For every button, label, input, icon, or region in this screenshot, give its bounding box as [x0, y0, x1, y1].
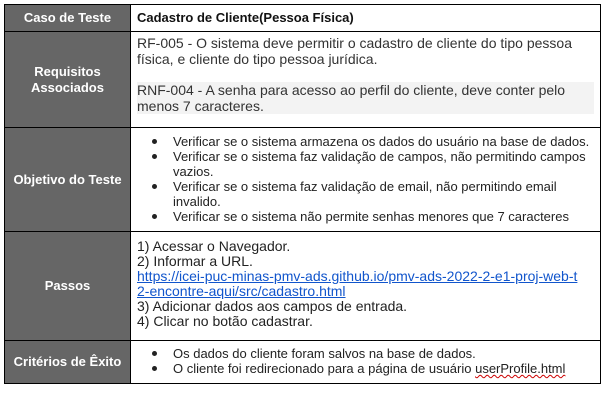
list-item: Verificar se o sistema faz validação de … — [152, 179, 594, 209]
step-2: 2) Informar a URL. — [137, 253, 253, 269]
requirement-rnf-004: RNF-004 - A senha para acesso ao perfil … — [137, 82, 594, 114]
value-objetivo: Verificar se o sistema armazena os dados… — [130, 127, 601, 232]
value-caso-de-teste: Cadastro de Cliente(Pessoa Física) — [130, 4, 601, 32]
value-passos: 1) Acessar o Navegador. 2) Informar a UR… — [130, 231, 601, 341]
requirement-rf-005: RF-005 - O sistema deve permitir o cadas… — [137, 35, 572, 67]
value-criterios: Os dados do cliente foram salvos na base… — [130, 340, 601, 384]
row-objetivo: Objetivo do Teste Verificar se o sistema… — [4, 127, 601, 232]
bullet-icon — [152, 366, 157, 371]
criteria-list: Os dados do cliente foram salvos na base… — [137, 346, 594, 376]
value-requisitos: RF-005 - O sistema deve permitir o cadas… — [130, 31, 601, 128]
bullet-icon — [152, 139, 157, 144]
bullet-icon — [152, 184, 157, 189]
objective-list: Verificar se o sistema armazena os dados… — [137, 134, 594, 224]
label-objetivo: Objetivo do Teste — [4, 127, 131, 232]
label-criterios: Critérios de Êxito — [4, 340, 131, 384]
list-item: Os dados do cliente foram salvos na base… — [152, 346, 594, 361]
label-caso-de-teste: Caso de Teste — [4, 4, 131, 32]
list-item: O cliente foi redirecionado para a págin… — [152, 361, 594, 376]
test-case-table: Caso de Teste Cadastro de Cliente(Pessoa… — [4, 4, 601, 384]
user-profile-filename: userProfile.html — [475, 361, 566, 376]
bullet-icon — [152, 154, 157, 159]
bullet-icon — [152, 214, 157, 219]
row-caso-de-teste: Caso de Teste Cadastro de Cliente(Pessoa… — [4, 4, 601, 32]
test-case-document: Caso de Teste Cadastro de Cliente(Pessoa… — [4, 4, 601, 384]
list-item: Verificar se o sistema não permite senha… — [152, 209, 594, 224]
row-criterios: Critérios de Êxito Os dados do cliente f… — [4, 340, 601, 384]
label-requisitos: Requisitos Associados — [4, 31, 131, 128]
step-4: 4) Clicar no botão cadastrar. — [137, 313, 313, 329]
row-requisitos: Requisitos Associados RF-005 - O sistema… — [4, 31, 601, 128]
label-passos: Passos — [4, 231, 131, 341]
list-item: Verificar se o sistema armazena os dados… — [152, 134, 594, 149]
cadastro-url-link[interactable]: https://icei-puc-minas-pmv-ads.github.io… — [137, 269, 594, 299]
test-case-title: Cadastro de Cliente(Pessoa Física) — [137, 10, 354, 25]
row-passos: Passos 1) Acessar o Navegador. 2) Inform… — [4, 231, 601, 341]
label-requisitos-line2: Associados — [31, 79, 104, 95]
list-item: Verificar se o sistema faz validação de … — [152, 149, 594, 179]
step-3: 3) Adicionar dados aos campos de entrada… — [137, 298, 408, 314]
step-1: 1) Acessar o Navegador. — [137, 238, 291, 254]
label-requisitos-line1: Requisitos — [34, 63, 101, 79]
bullet-icon — [152, 351, 157, 356]
